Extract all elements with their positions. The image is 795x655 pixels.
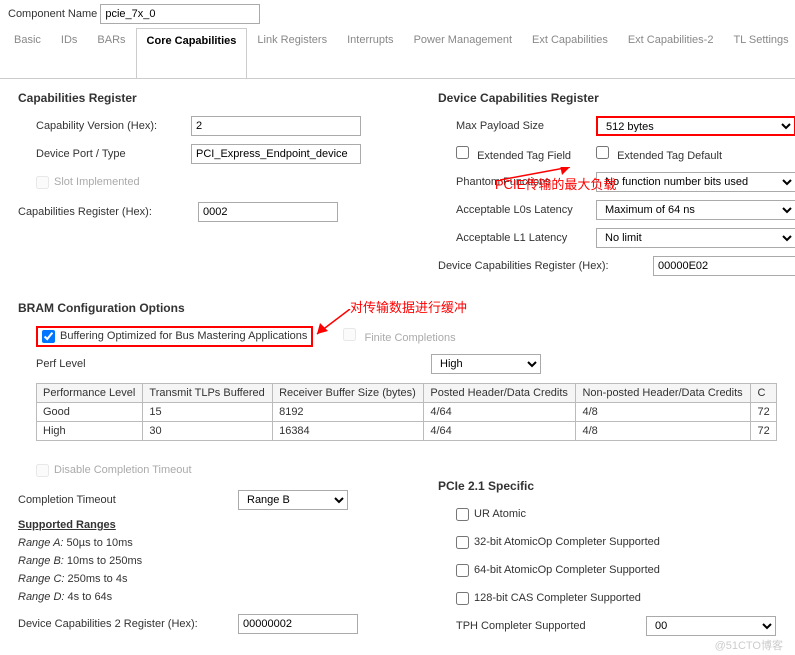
completion-timeout-select[interactable]: Range B [238, 490, 348, 510]
th-tlp: Transmit TLPs Buffered [143, 384, 273, 403]
ext-tag-default-wrap: Extended Tag Default [596, 146, 722, 162]
tab-ext-capabilities[interactable]: Ext Capabilities [522, 28, 618, 78]
tab-interrupts[interactable]: Interrupts [337, 28, 403, 78]
th-posted: Posted Header/Data Credits [424, 384, 576, 403]
table-row: Good 15 8192 4/64 4/8 72 [37, 403, 777, 422]
cas128-checkbox[interactable] [456, 592, 469, 605]
ur-atomic-label: UR Atomic [474, 508, 526, 520]
disable-completion-label: Disable Completion Timeout [54, 464, 192, 476]
tab-bar: Basic IDs BARs Core Capabilities Link Re… [0, 28, 795, 79]
range-a: Range A: 50µs to 10ms [18, 537, 408, 549]
finite-wrap: Finite Completions [343, 328, 455, 344]
table-row: High 30 16384 4/64 4/8 72 [37, 422, 777, 441]
slot-implemented-label: Slot Implemented [54, 176, 140, 188]
component-name-input[interactable] [100, 4, 260, 24]
dev-cap-reg-input[interactable] [653, 256, 795, 276]
ext-tag-field-label: Extended Tag Field [477, 150, 571, 162]
tab-power-mgmt[interactable]: Power Management [404, 28, 522, 78]
tph-label: TPH Completer Supported [456, 620, 646, 632]
cap-version-input[interactable] [191, 116, 361, 136]
dev-cap-reg-label: Device Capabilities Register (Hex): [438, 260, 653, 272]
tab-ext-capabilities-2[interactable]: Ext Capabilities-2 [618, 28, 724, 78]
buffering-opt-wrap: Buffering Optimized for Bus Mastering Ap… [36, 326, 313, 347]
cap-reg-hex-label: Capabilities Register (Hex): [18, 206, 198, 218]
device-caps-title: Device Capabilities Register [438, 91, 795, 105]
component-name-bar: Component Name [0, 0, 795, 28]
annotation-buffer: 对传输数据进行缓冲 [350, 297, 467, 316]
pcie21-title: PCIe 2.1 Specific [438, 479, 777, 493]
tab-link-registers[interactable]: Link Registers [247, 28, 337, 78]
th-recv: Receiver Buffer Size (bytes) [273, 384, 424, 403]
tab-ids[interactable]: IDs [51, 28, 88, 78]
atomic32-checkbox[interactable] [456, 536, 469, 549]
cas128-label: 128-bit CAS Completer Supported [474, 592, 641, 604]
supported-ranges-title: Supported Ranges [18, 519, 408, 531]
max-payload-select[interactable]: 512 bytes [596, 116, 795, 136]
dev-cap2-label: Device Capabilities 2 Register (Hex): [18, 618, 238, 630]
th-nonposted: Non-posted Header/Data Credits [576, 384, 751, 403]
ext-tag-default-label: Extended Tag Default [617, 150, 722, 162]
atomic32-label: 32-bit AtomicOp Completer Supported [474, 536, 660, 548]
slot-implemented-checkbox [36, 176, 49, 189]
tph-select[interactable]: 00 [646, 616, 776, 636]
range-b: Range B: 10ms to 250ms [18, 555, 408, 567]
tab-tl-settings[interactable]: TL Settings [723, 28, 795, 78]
annotation-payload: PCIE传输的最大负载 [495, 174, 616, 193]
th-perf: Performance Level [37, 384, 143, 403]
capabilities-register-title: Capabilities Register [18, 91, 408, 105]
device-port-input[interactable] [191, 144, 361, 164]
l1-label: Acceptable L1 Latency [456, 232, 596, 244]
max-payload-label: Max Payload Size [456, 120, 596, 132]
finite-completions-checkbox [343, 328, 356, 341]
cap-version-label: Capability Version (Hex): [36, 120, 191, 132]
finite-completions-label: Finite Completions [364, 332, 455, 344]
completion-timeout-label: Completion Timeout [18, 494, 238, 506]
range-d: Range D: 4s to 64s [18, 591, 408, 603]
ext-tag-field-wrap: Extended Tag Field [456, 146, 596, 162]
watermark: @51CTO博客 [715, 637, 783, 653]
cap-reg-hex-input[interactable] [198, 202, 338, 222]
atomic64-checkbox[interactable] [456, 564, 469, 577]
ur-atomic-checkbox[interactable] [456, 508, 469, 521]
ext-tag-field-checkbox[interactable] [456, 146, 469, 159]
th-c: C [751, 384, 777, 403]
buffering-opt-label: Buffering Optimized for Bus Mastering Ap… [60, 330, 307, 342]
tab-basic[interactable]: Basic [4, 28, 51, 78]
l0s-label: Acceptable L0s Latency [456, 204, 596, 216]
ext-tag-default-checkbox[interactable] [596, 146, 609, 159]
tab-bars[interactable]: BARs [87, 28, 135, 78]
perf-table: Performance Level Transmit TLPs Buffered… [36, 383, 777, 441]
buffering-opt-checkbox[interactable] [42, 330, 55, 343]
device-port-label: Device Port / Type [36, 148, 191, 160]
component-name-label: Component Name [8, 8, 97, 20]
l0s-select[interactable]: Maximum of 64 ns [596, 200, 795, 220]
disable-completion-checkbox [36, 464, 49, 477]
perf-level-label: Perf Level [36, 358, 431, 370]
phantom-select[interactable]: No function number bits used [596, 172, 795, 192]
l1-select[interactable]: No limit [596, 228, 795, 248]
perf-level-select[interactable]: High [431, 354, 541, 374]
range-c: Range C: 250ms to 4s [18, 573, 408, 585]
content-area: Capabilities Register Capability Version… [0, 79, 795, 655]
dev-cap2-input[interactable] [238, 614, 358, 634]
atomic64-label: 64-bit AtomicOp Completer Supported [474, 564, 660, 576]
tab-core-capabilities[interactable]: Core Capabilities [136, 28, 248, 79]
